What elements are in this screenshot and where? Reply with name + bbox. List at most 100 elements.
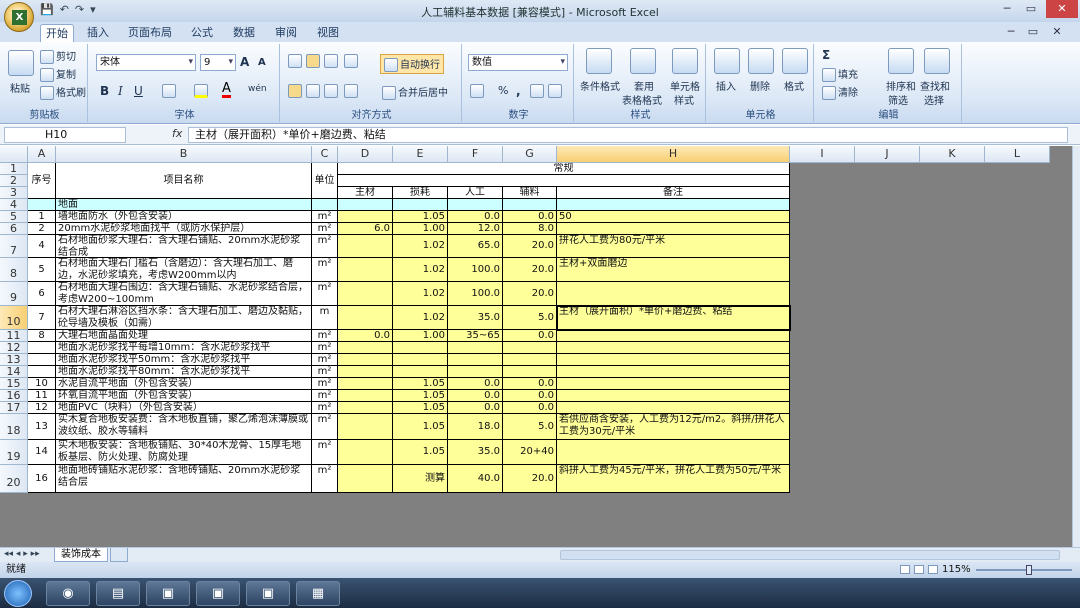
- align-middle-button[interactable]: [306, 54, 322, 68]
- row-header[interactable]: 6: [0, 223, 28, 235]
- remarks-cell[interactable]: [557, 354, 790, 366]
- loss-cell[interactable]: 1.02: [393, 235, 448, 258]
- item-name-cell[interactable]: 水泥自流平地面（外包含安装）: [56, 378, 312, 390]
- auxiliary-cell[interactable]: 0.0: [503, 378, 557, 390]
- loss-cell[interactable]: 1.05: [393, 402, 448, 414]
- auxiliary-cell[interactable]: 20.0: [503, 282, 557, 306]
- workbook-restore-button[interactable]: ▭: [1022, 23, 1044, 41]
- tab-insert[interactable]: 插入: [80, 24, 116, 42]
- unit-cell[interactable]: m²: [312, 235, 338, 258]
- paste-icon[interactable]: [8, 50, 34, 76]
- item-name-cell[interactable]: 20mm水泥砂浆地面找平（或防水保护层）: [56, 223, 312, 235]
- seq-cell[interactable]: 2: [28, 223, 56, 235]
- auxiliary-cell[interactable]: 20+40: [503, 440, 557, 465]
- header-cell-e[interactable]: 损耗: [393, 187, 448, 199]
- header-cell-d[interactable]: 主材: [338, 187, 393, 199]
- font-color-button[interactable]: A: [222, 82, 231, 98]
- font-name-select[interactable]: 宋体: [96, 54, 196, 71]
- align-right-button[interactable]: [324, 84, 340, 98]
- insert-cells-button[interactable]: 插入: [716, 78, 736, 93]
- minimize-button[interactable]: ─: [996, 0, 1018, 18]
- unit-cell[interactable]: m²: [312, 414, 338, 440]
- auxiliary-cell[interactable]: 20.0: [503, 258, 557, 282]
- zoom-level[interactable]: 115%: [942, 562, 971, 577]
- increase-decimal-button[interactable]: [530, 84, 546, 98]
- row-header[interactable]: 8: [0, 258, 28, 282]
- seq-cell[interactable]: 1: [28, 211, 56, 223]
- align-left-button[interactable]: [288, 84, 304, 98]
- row-header[interactable]: 17: [0, 402, 28, 414]
- main-material-cell[interactable]: [338, 211, 393, 223]
- loss-cell[interactable]: 1.02: [393, 282, 448, 306]
- labor-cell[interactable]: [448, 366, 503, 378]
- remarks-cell[interactable]: [557, 402, 790, 414]
- maximize-button[interactable]: ▭: [1020, 0, 1042, 18]
- unit-cell[interactable]: m²: [312, 211, 338, 223]
- item-name-cell[interactable]: 地面PVC（块料）（外包含安装）: [56, 402, 312, 414]
- unit-cell[interactable]: m²: [312, 440, 338, 465]
- italic-button[interactable]: I: [118, 84, 123, 98]
- main-material-cell[interactable]: [338, 306, 393, 330]
- vertical-scrollbar[interactable]: [1072, 146, 1080, 547]
- header-cell-blank[interactable]: [338, 175, 790, 187]
- underline-button[interactable]: U: [134, 84, 143, 98]
- header-cell-unit[interactable]: 单位: [312, 163, 338, 199]
- labor-cell[interactable]: 35.0: [448, 306, 503, 330]
- remarks-cell[interactable]: 主材+双面磨边: [557, 258, 790, 282]
- labor-cell[interactable]: 0.0: [448, 211, 503, 223]
- header-cell-name[interactable]: 项目名称: [56, 163, 312, 199]
- column-header-a[interactable]: A: [28, 146, 56, 163]
- loss-cell[interactable]: 1.05: [393, 211, 448, 223]
- auxiliary-cell[interactable]: 5.0: [503, 414, 557, 440]
- taskbar-app-5[interactable]: ▣: [246, 581, 290, 606]
- seq-cell[interactable]: 10: [28, 378, 56, 390]
- percent-button[interactable]: %: [498, 84, 508, 97]
- tab-home[interactable]: 开始: [40, 24, 74, 42]
- format-painter-button[interactable]: 格式刷: [40, 84, 86, 100]
- item-name-cell[interactable]: 石材地面大理石围边：含大理石铺贴、水泥砂浆结合层，考虑W200~100mm: [56, 282, 312, 306]
- wrap-text-button[interactable]: 自动换行: [380, 54, 444, 74]
- item-name-cell[interactable]: 大理石地面晶面处理: [56, 330, 312, 342]
- remarks-cell[interactable]: [557, 282, 790, 306]
- insert-function-icon[interactable]: fx: [172, 127, 182, 140]
- column-header-b[interactable]: B: [56, 146, 312, 163]
- header-cell-g[interactable]: 辅料: [503, 187, 557, 199]
- main-material-cell[interactable]: [338, 258, 393, 282]
- tab-view[interactable]: 视图: [310, 24, 346, 42]
- loss-cell[interactable]: [393, 366, 448, 378]
- table-format-icon[interactable]: [630, 48, 656, 74]
- cell-style-button[interactable]: 单元格: [670, 78, 700, 93]
- labor-cell[interactable]: [448, 354, 503, 366]
- seq-cell[interactable]: 5: [28, 258, 56, 282]
- loss-cell[interactable]: 1.00: [393, 223, 448, 235]
- loss-cell[interactable]: 1.05: [393, 390, 448, 402]
- loss-cell[interactable]: 1.05: [393, 414, 448, 440]
- remarks-cell[interactable]: [557, 440, 790, 465]
- office-button[interactable]: X: [4, 2, 34, 32]
- page-layout-view-icon[interactable]: [914, 565, 924, 574]
- seq-cell[interactable]: 11: [28, 390, 56, 402]
- autosum-button[interactable]: Σ: [822, 48, 830, 62]
- main-material-cell[interactable]: 0.0: [338, 330, 393, 342]
- labor-cell[interactable]: 0.0: [448, 402, 503, 414]
- seq-cell[interactable]: 4: [28, 235, 56, 258]
- auxiliary-cell[interactable]: [503, 366, 557, 378]
- header-cell-h[interactable]: 备注: [557, 187, 790, 199]
- row-header[interactable]: 18: [0, 414, 28, 440]
- main-material-cell[interactable]: [338, 440, 393, 465]
- unit-cell[interactable]: m: [312, 306, 338, 330]
- column-header-f[interactable]: F: [448, 146, 503, 163]
- auxiliary-cell[interactable]: 8.0: [503, 223, 557, 235]
- loss-cell[interactable]: [393, 342, 448, 354]
- unit-cell[interactable]: m²: [312, 354, 338, 366]
- seq-cell[interactable]: 12: [28, 402, 56, 414]
- delete-cells-button[interactable]: 删除: [750, 78, 770, 93]
- comma-button[interactable]: ,: [516, 84, 521, 98]
- main-material-cell[interactable]: [338, 282, 393, 306]
- sort-filter-icon[interactable]: [888, 48, 914, 74]
- remarks-cell[interactable]: [557, 223, 790, 235]
- column-header-d[interactable]: D: [338, 146, 393, 163]
- find-select-icon[interactable]: [924, 48, 950, 74]
- loss-cell[interactable]: 测算: [393, 465, 448, 493]
- labor-cell[interactable]: 18.0: [448, 414, 503, 440]
